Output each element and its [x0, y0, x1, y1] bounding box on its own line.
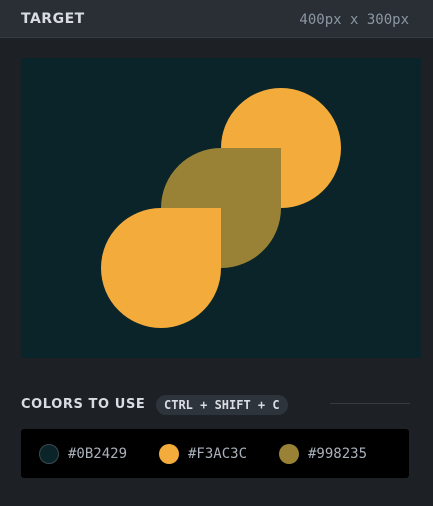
- target-panel: TARGET 400px x 300px COLORS TO USE CTRL …: [0, 0, 433, 506]
- color-dot-1: [39, 444, 59, 464]
- target-image: [21, 58, 421, 358]
- color-dot-2: [159, 444, 179, 464]
- color-hex-1: #0B2429: [68, 446, 128, 462]
- color-swatch-2[interactable]: #F3AC3C: [159, 444, 247, 464]
- panel-header: TARGET 400px x 300px: [0, 0, 433, 38]
- colors-to-use-label: COLORS TO USE: [21, 397, 146, 412]
- target-canvas: [21, 58, 421, 358]
- color-dot-3: [279, 444, 299, 464]
- color-hex-2: #F3AC3C: [188, 446, 248, 462]
- section-divider: [330, 403, 410, 404]
- color-swatch-3[interactable]: #998235: [279, 444, 367, 464]
- color-palette: #0B2429 #F3AC3C #998235: [21, 429, 409, 478]
- shortcut-badge: CTRL + SHIFT + C: [156, 395, 288, 415]
- panel-title: TARGET: [21, 11, 85, 27]
- target-size-label: 400px x 300px: [299, 12, 409, 28]
- bottom-drop-shape: [101, 208, 221, 328]
- color-hex-3: #998235: [308, 446, 368, 462]
- color-swatch-1[interactable]: #0B2429: [39, 444, 127, 464]
